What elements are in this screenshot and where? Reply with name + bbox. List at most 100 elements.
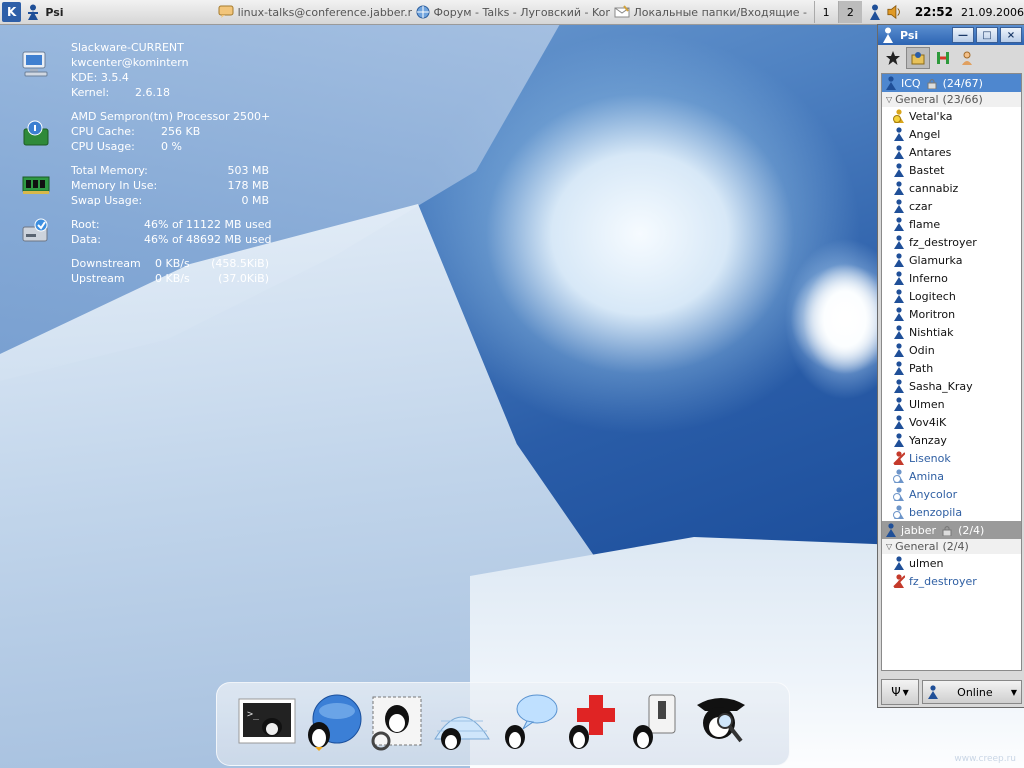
contact-row[interactable]: Moritron — [882, 305, 1021, 323]
contact-name: Path — [909, 361, 934, 375]
contact-row[interactable]: Vetal'ka — [882, 107, 1021, 125]
task-browser[interactable]: Форум - Talks - Луговский - Kon — [412, 1, 610, 23]
contact-name: Nishtiak — [909, 325, 954, 339]
contact-row[interactable]: Antares — [882, 143, 1021, 161]
sysinfo-row: Total Memory: 503 MB — [71, 164, 269, 177]
contact-status-icon — [892, 217, 906, 231]
contact-name: Antares — [909, 145, 952, 159]
desktop-1-button[interactable]: 1 — [813, 1, 838, 23]
sysinfo-row: Swap Usage: 0 MB — [71, 194, 269, 207]
browser-globe-icon[interactable] — [301, 691, 363, 753]
contact-status-icon — [892, 487, 906, 501]
sysinfo-row: Root: 46% of 11122 MB used — [71, 218, 272, 231]
psi-bottom-bar: Ψ ▼ Online ▼ — [878, 677, 1024, 707]
contact-row[interactable]: benzopila — [882, 503, 1021, 521]
contact-row[interactable]: Ulmen — [882, 395, 1021, 413]
mail-stamp-icon[interactable] — [367, 691, 429, 753]
account-count: (24/67) — [942, 76, 983, 90]
add-contact-icon[interactable] — [906, 47, 930, 69]
contact-status-icon — [892, 235, 906, 249]
task-mail[interactable]: Локальные папки/Входящие - K — [610, 1, 808, 23]
contact-row[interactable]: ulmen — [882, 554, 1021, 572]
contact-row[interactable]: Odin — [882, 341, 1021, 359]
top-panel: K Psi linux-talks@conference.jabber.r Фо… — [0, 0, 1024, 25]
task-label: Psi — [45, 5, 64, 19]
user-info-icon[interactable] — [956, 48, 978, 68]
clock[interactable]: 22:52 — [915, 5, 953, 19]
contact-status-icon — [892, 253, 906, 267]
contact-row[interactable]: Path — [882, 359, 1021, 377]
services-icon[interactable] — [932, 48, 954, 68]
desktop-2-button[interactable]: 2 — [837, 1, 863, 23]
contact-row[interactable]: Glamurka — [882, 251, 1021, 269]
psi-icon — [25, 4, 41, 20]
sysinfo-row: CPU Cache: 256 KB — [71, 125, 201, 138]
chat-bubble-icon[interactable] — [497, 691, 559, 753]
contact-row[interactable]: Anycolor — [882, 485, 1021, 503]
minimize-button[interactable]: — — [952, 27, 974, 43]
igloo-home-icon[interactable] — [431, 691, 493, 753]
psi-titlebar[interactable]: Psi — □ × — [878, 25, 1024, 45]
status-dropdown[interactable]: Online ▼ — [922, 680, 1022, 704]
dock: >_ — [216, 682, 790, 766]
contact-row[interactable]: cannabiz — [882, 179, 1021, 197]
contact-row[interactable]: Bastet — [882, 161, 1021, 179]
contact-roster[interactable]: ICQ (24/67) ▽ General (23/66) Vetal'ka Angel An… — [881, 73, 1022, 671]
contact-row[interactable]: Angel — [882, 125, 1021, 143]
close-button[interactable]: × — [1000, 27, 1022, 43]
contact-row[interactable]: Amina — [882, 467, 1021, 485]
red-cross-help-icon[interactable] — [561, 691, 623, 753]
task-psi[interactable]: Psi — [21, 1, 213, 23]
sysinfo-row: Downstream 0 KB/s (458.5KiB) — [71, 257, 269, 270]
contact-row[interactable]: Inferno — [882, 269, 1021, 287]
task-conference[interactable]: linux-talks@conference.jabber.r — [214, 1, 412, 23]
contact-row[interactable]: Sasha_Kray — [882, 377, 1021, 395]
contact-status-icon — [892, 397, 906, 411]
psi-tray-icon[interactable] — [868, 4, 883, 20]
sysinfo-panel: Slackware-CURRENT kwcenter@komintern KDE… — [15, 40, 275, 295]
star-icon[interactable] — [882, 48, 904, 68]
contact-row[interactable]: Lisenok — [882, 449, 1021, 467]
konqueror-icon — [416, 4, 430, 20]
contact-name: Ulmen — [909, 397, 945, 411]
contact-name: benzopila — [909, 505, 963, 519]
maximize-button[interactable]: □ — [976, 27, 998, 43]
sysinfo-row: Upstream 0 KB/s (37.0KiB) — [71, 272, 269, 285]
watermark: www.creep.ru — [954, 754, 1016, 764]
account-row[interactable]: ICQ (24/67) — [882, 74, 1021, 92]
terminal-icon[interactable]: >_ — [237, 691, 299, 753]
contact-name: Bastet — [909, 163, 945, 177]
contact-status-icon — [892, 307, 906, 321]
contact-row[interactable]: Yanzay — [882, 431, 1021, 449]
contact-row[interactable]: Nishtiak — [882, 323, 1021, 341]
group-name: General — [895, 540, 939, 553]
contact-row[interactable]: czar — [882, 197, 1021, 215]
contact-status-icon — [892, 145, 906, 159]
account-icon — [884, 76, 898, 90]
kmenu-button[interactable]: K — [2, 2, 22, 22]
contact-row[interactable]: Logitech — [882, 287, 1021, 305]
contact-status-icon — [892, 127, 906, 141]
contact-row[interactable]: fz_destroyer — [882, 572, 1021, 590]
contact-name: Lisenok — [909, 451, 951, 465]
contact-row[interactable]: fz_destroyer — [882, 233, 1021, 251]
group-row[interactable]: ▽ General (2/4) — [882, 539, 1021, 554]
contact-row[interactable]: Vov4iK — [882, 413, 1021, 431]
account-row[interactable]: jabber (2/4) — [882, 521, 1021, 539]
contact-status-icon — [892, 469, 906, 483]
task-label: linux-talks@conference.jabber.r — [237, 5, 412, 19]
psi-menu-button[interactable]: Ψ ▼ — [881, 679, 919, 705]
contact-status-icon — [892, 271, 906, 285]
dropdown-arrow-icon: ▼ — [902, 687, 909, 697]
contact-row[interactable]: flame — [882, 215, 1021, 233]
sysinfo-row: Slackware-CURRENT — [71, 41, 184, 54]
group-row[interactable]: ▽ General (23/66) — [882, 92, 1021, 107]
svg-text:>_: >_ — [247, 709, 260, 720]
volume-icon[interactable] — [887, 4, 903, 20]
sysinfo-row: Kernel: 2.6.18 — [71, 86, 170, 99]
contact-name: flame — [909, 217, 941, 231]
power-switch-icon[interactable] — [625, 691, 687, 753]
contact-status-icon — [892, 556, 906, 570]
pirate-search-icon[interactable] — [691, 691, 753, 753]
contact-status-icon — [892, 574, 906, 588]
